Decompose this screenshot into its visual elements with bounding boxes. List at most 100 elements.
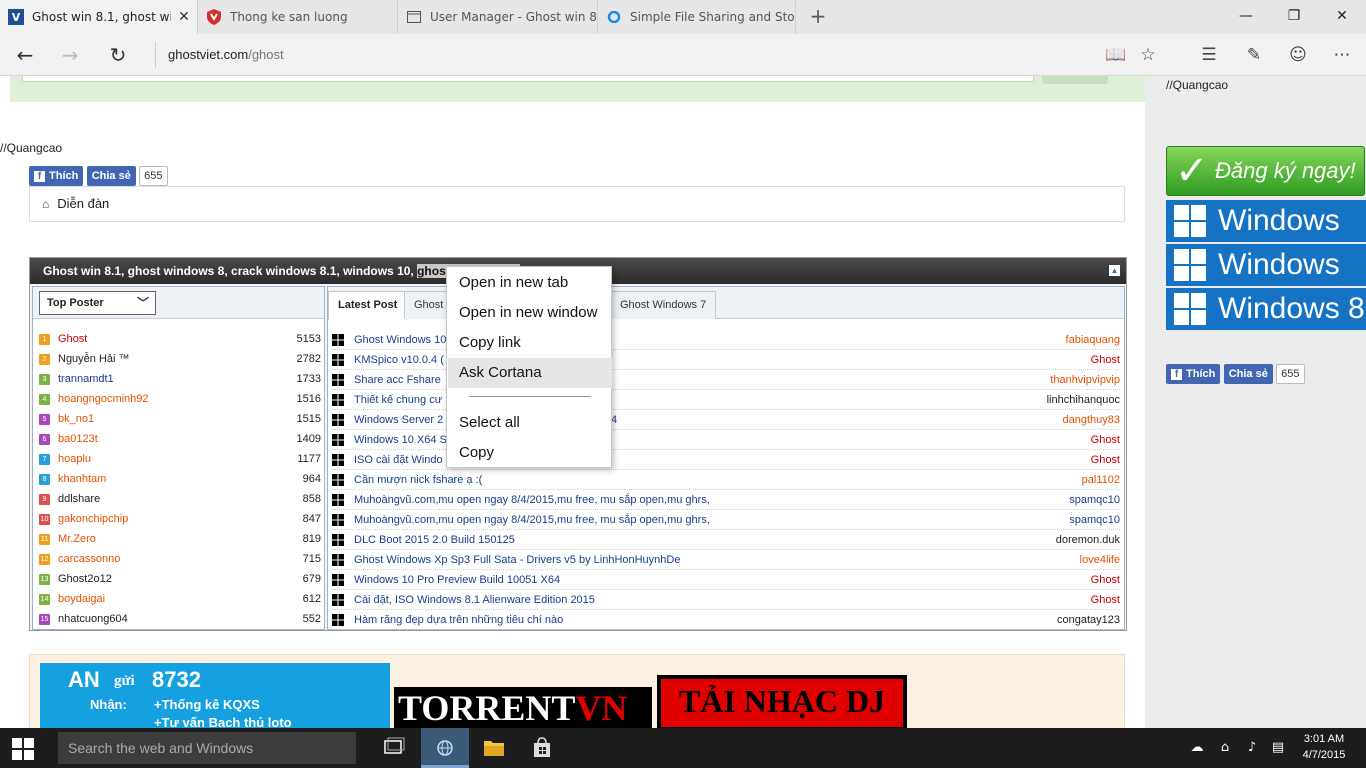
poster-name-link[interactable]: hoangngocminh92 [58, 393, 149, 405]
post-author-link[interactable]: fabiaquang [1066, 330, 1120, 350]
edge-browser-button[interactable] [421, 728, 469, 768]
sidebar-like-button[interactable]: f Thích [1166, 364, 1221, 384]
task-view-button[interactable] [370, 728, 418, 768]
close-window-button[interactable]: ✕ [1318, 0, 1366, 34]
restore-button[interactable]: ❐ [1270, 0, 1318, 34]
close-tab-icon[interactable]: ✕ [171, 9, 197, 25]
post-title-link[interactable]: Muhoàngvũ.com,mu open ngay 8/4/2015,mu f… [354, 510, 710, 530]
menu-select-all[interactable]: Select all [448, 408, 612, 438]
post-title-link[interactable]: Cần mượn nick fshare ạ :( [354, 470, 482, 490]
feedback-smiley-icon[interactable]: ☺ [1283, 40, 1313, 70]
post-author-link[interactable]: congatay123 [1057, 610, 1120, 630]
poster-name-link[interactable]: hoaplu [58, 453, 91, 465]
post-author-link[interactable]: thanhvipvipvip [1050, 370, 1120, 390]
facebook-share-button[interactable]: Chia sẻ [86, 166, 136, 186]
post-title-link[interactable]: Ghost Windows Xp Sp3 Full Sata - Drivers… [354, 550, 680, 570]
network-icon[interactable]: ⌂ [1213, 728, 1237, 768]
tab-ghost-windows-7[interactable]: Ghost Windows 7 [610, 291, 717, 319]
site-search-input[interactable] [22, 76, 1034, 82]
tai-nhac-dj-ad[interactable]: TẢI NHẠC DJ [657, 675, 907, 728]
refresh-button[interactable]: ↻ [103, 40, 133, 70]
menu-copy-link[interactable]: Copy link [448, 328, 612, 358]
poster-name-link[interactable]: ba0123t [58, 433, 98, 445]
network-cloud-icon[interactable]: ☁ [1185, 728, 1209, 768]
store-button[interactable] [518, 728, 566, 768]
address-bar[interactable]: ghostviet.com/ghost [155, 42, 755, 68]
poster-name-link[interactable]: ddlshare [58, 493, 100, 505]
volume-icon[interactable]: ♪ [1240, 728, 1264, 768]
favorite-star-icon[interactable]: ☆ [1133, 40, 1163, 70]
file-explorer-button[interactable] [470, 728, 518, 768]
tab-thong-ke[interactable]: Thong ke san luong [198, 0, 398, 34]
home-icon[interactable]: ⌂ [42, 197, 49, 211]
post-author-link[interactable]: Ghost [1091, 590, 1120, 610]
windows-81-banner[interactable]: Windows 8.1 [1166, 244, 1366, 323]
poster-name-link[interactable]: Ghost2o12 [58, 573, 112, 585]
poster-name-link[interactable]: Mr.Zero [58, 533, 96, 545]
torrentvn-ad[interactable]: TORRENTVN [394, 687, 652, 728]
post-author-link[interactable]: Ghost [1091, 350, 1120, 370]
lottery-ad[interactable]: AN gửi 8732 Nhận: +Thống kê KQXS +Tư vấn… [40, 663, 390, 728]
tab-latest-post[interactable]: Latest Post [328, 291, 408, 320]
post-author-link[interactable]: linhchihanquoc [1047, 390, 1120, 410]
new-tab-button[interactable]: + [806, 4, 830, 28]
post-title-link[interactable]: Share acc Fshare [354, 370, 441, 390]
windows-10-banner[interactable]: Windows 10 [1166, 200, 1366, 279]
post-author-link[interactable]: Ghost [1091, 450, 1120, 470]
post-title-link[interactable]: Windows Server 2 [354, 410, 443, 430]
poster-name-link[interactable]: trannamdt1 [58, 373, 114, 385]
post-title-link[interactable]: Ghost Windows 10 [354, 330, 446, 350]
poster-name-link[interactable]: Ghost [58, 333, 87, 345]
site-search-button[interactable] [1042, 76, 1108, 84]
poster-name-link[interactable]: gakonchipchip [58, 513, 128, 525]
post-title-link[interactable]: DLC Boot 2015 2.0 Build 150125 [354, 530, 515, 550]
post-author-link[interactable]: Ghost [1091, 430, 1120, 450]
poster-name-link[interactable]: khanhtam [58, 473, 106, 485]
tab-ghostviet[interactable]: V Ghost win 8.1, ghost windows 8 ✕ [0, 0, 198, 34]
minimize-button[interactable]: — [1222, 0, 1270, 34]
post-author-link[interactable]: love4life [1080, 550, 1120, 570]
post-author-link[interactable]: spamqc10 [1069, 510, 1120, 530]
back-button[interactable]: ← [10, 40, 40, 70]
post-author-link[interactable]: Ghost [1091, 570, 1120, 590]
tab-user-manager[interactable]: User Manager - Ghost win 8.1, g [398, 0, 598, 34]
poster-name-link[interactable]: boydaigai [58, 593, 105, 605]
post-title-link[interactable]: Cài đặt, ISO Windows 8.1 Alienware Editi… [354, 590, 595, 610]
forward-button[interactable]: → [55, 40, 85, 70]
post-title-link[interactable]: Windows 10 Pro Preview Build 10051 X64 [354, 570, 560, 590]
post-author-link[interactable]: dangthuy83 [1063, 410, 1121, 430]
windows-8-banner[interactable]: Windows 8 [1166, 288, 1366, 330]
taskbar-search-input[interactable]: Search the web and Windows [58, 732, 356, 764]
menu-open-new-window[interactable]: Open in new window [448, 298, 612, 328]
tab-file-sharing[interactable]: Simple File Sharing and Storage [598, 0, 796, 34]
web-note-icon[interactable]: ✎ [1239, 40, 1269, 70]
post-author-link[interactable]: spamqc10 [1069, 490, 1120, 510]
sidebar-share-button[interactable]: Chia sẻ [1223, 364, 1273, 384]
reading-view-icon[interactable]: 📖 [1101, 40, 1131, 70]
post-title-link[interactable]: Muhoàngvũ.com,mu open ngay 8/4/2015,mu f… [354, 490, 710, 510]
menu-copy[interactable]: Copy [448, 438, 612, 468]
hub-icon[interactable]: ☰ [1194, 40, 1224, 70]
windows-start-icon[interactable] [12, 738, 34, 760]
action-center-icon[interactable]: ▤ [1266, 728, 1290, 768]
breadcrumb-forum-link[interactable]: Diễn đàn [57, 196, 109, 211]
post-title-link[interactable]: Thiết kế chung cư [354, 390, 442, 410]
menu-open-new-tab[interactable]: Open in new tab [448, 268, 612, 298]
register-now-button[interactable]: ✓ Đăng ký ngay! [1166, 146, 1365, 196]
facebook-like-button[interactable]: f Thích [29, 166, 84, 186]
menu-ask-cortana[interactable]: Ask Cortana [448, 358, 612, 388]
collapse-icon[interactable]: ▲ [1109, 265, 1120, 276]
post-title-link[interactable]: Windows 10 X64 S [354, 430, 447, 450]
top-poster-select[interactable]: Top Poster ﹀ [39, 291, 156, 315]
post-title-link[interactable]: KMSpico v10.0.4 ( [354, 350, 444, 370]
post-title-link[interactable]: Hàm răng đẹp dựa trên những tiêu chí nào [354, 610, 563, 630]
post-author-link[interactable]: doremon.duk [1056, 530, 1120, 550]
poster-name-link[interactable]: Nguyễn Hải ™ [58, 353, 130, 365]
poster-name-link[interactable]: bk_no1 [58, 413, 94, 425]
post-title-link[interactable]: ISO cài đặt Windo [354, 450, 443, 470]
poster-name-link[interactable]: nhatcuong604 [58, 613, 128, 625]
more-icon[interactable]: ⋯ [1327, 40, 1357, 70]
taskbar-clock[interactable]: 3:01 AM 4/7/2015 [1296, 731, 1352, 763]
post-author-link[interactable]: pal1102 [1082, 470, 1120, 490]
poster-name-link[interactable]: carcassonno [58, 553, 120, 565]
